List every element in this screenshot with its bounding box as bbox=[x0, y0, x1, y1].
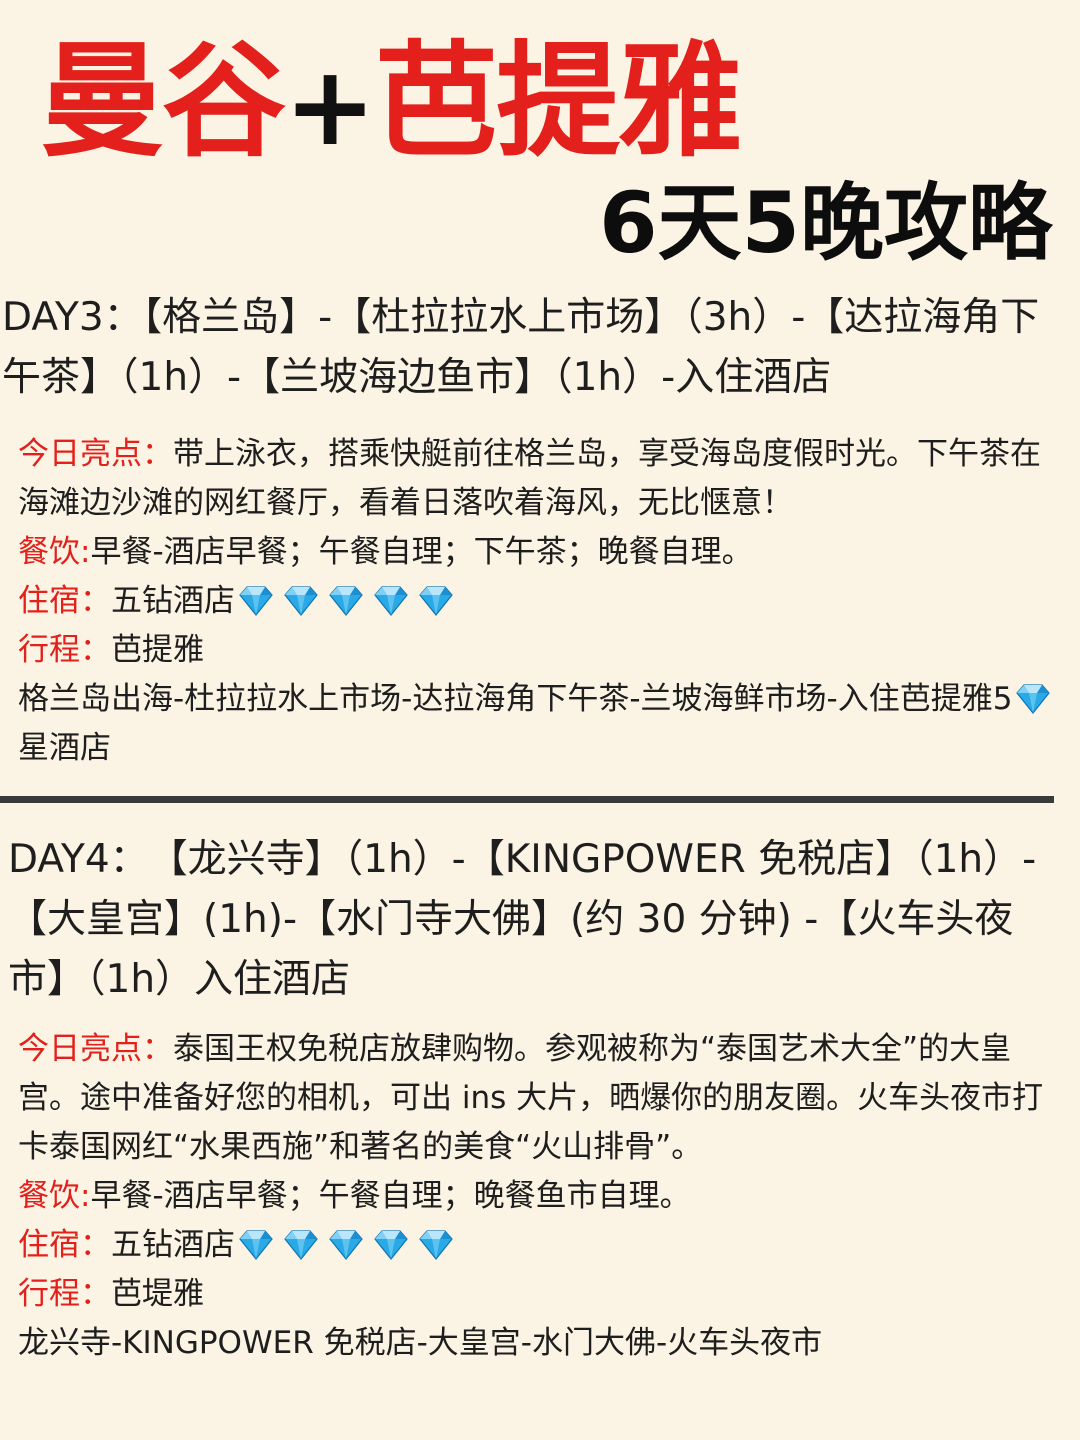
diamond-icon bbox=[329, 583, 363, 617]
day3-route: DAY3：【格兰岛】-【杜拉拉水上市场】（3h）-【达拉海角下午茶】（1h）-【… bbox=[2, 295, 1040, 400]
diamond-icon bbox=[419, 1227, 453, 1261]
day4-dining: 餐饮:早餐-酒店早餐；午餐自理；晚餐鱼市自理。 bbox=[18, 1172, 1068, 1221]
page-subtitle: 6天5晚攻略 bbox=[599, 174, 1052, 272]
diamond-icon bbox=[239, 1227, 273, 1261]
diamond-icon bbox=[1016, 681, 1051, 715]
day3-dining-label: 餐饮: bbox=[18, 534, 91, 570]
day4-details: 今日亮点：泰国王权免税店放肆购物。参观被称为“泰国艺术大全”的大皇宫。途中准备好… bbox=[18, 1025, 1068, 1368]
day3-itinerary-detail-text: 格兰岛出海-杜拉拉水上市场-达拉海角下午茶-兰坡海鲜市场-入住芭提雅5 bbox=[18, 681, 1013, 717]
day3-itinerary-detail-suffix: 星酒店 bbox=[18, 730, 111, 766]
day4-highlight-label: 今日亮点： bbox=[18, 1031, 173, 1067]
day3-lodging-text: 五钻酒店 bbox=[111, 583, 235, 619]
day4-dining-label: 餐饮: bbox=[18, 1178, 91, 1214]
day4-itinerary-detail: 龙兴寺-KINGPOWER 免税店-大皇宫-水门大佛-火车头夜市 bbox=[18, 1325, 823, 1361]
day4-itinerary-place: 芭堤雅 bbox=[111, 1276, 204, 1312]
day3-itinerary: 行程：芭提雅 bbox=[18, 626, 1068, 675]
title-bangkok: 曼谷 bbox=[40, 29, 286, 174]
page-title: 曼谷+芭提雅 bbox=[40, 29, 742, 176]
day3-lodging-label: 住宿： bbox=[18, 583, 111, 619]
day4-dining-text: 早餐-酒店早餐；午餐自理；晚餐鱼市自理。 bbox=[90, 1178, 691, 1214]
title-pattaya: 芭提雅 bbox=[374, 29, 742, 174]
day4-lodging-label: 住宿： bbox=[18, 1227, 111, 1263]
day4-lodging: 住宿：五钻酒店 bbox=[18, 1221, 1068, 1270]
day4-route: DAY4： 【龙兴寺】（1h）-【KINGPOWER 免税店】（1h）-【大皇宫… bbox=[8, 837, 1037, 1002]
diamond-icon bbox=[329, 1227, 363, 1261]
day3-details: 今日亮点：带上泳衣，搭乘快艇前往格兰岛，享受海岛度假时光。下午茶在海滩边沙滩的网… bbox=[18, 430, 1068, 773]
title-plus: + bbox=[284, 42, 376, 170]
day4-diamond-rating bbox=[235, 1227, 460, 1263]
day4-highlight: 今日亮点：泰国王权免税店放肆购物。参观被称为“泰国艺术大全”的大皇宫。途中准备好… bbox=[18, 1025, 1068, 1172]
day3-dining: 餐饮:早餐-酒店早餐；午餐自理；下午茶；晚餐自理。 bbox=[18, 528, 1068, 577]
day3-lodging: 住宿：五钻酒店 bbox=[18, 577, 1068, 626]
diamond-icon bbox=[374, 1227, 408, 1261]
day4-itinerary: 行程：芭堤雅 bbox=[18, 1270, 1068, 1319]
diamond-icon bbox=[239, 583, 273, 617]
diamond-icon bbox=[284, 583, 318, 617]
section-divider bbox=[0, 796, 1054, 803]
day4-itinerary-label: 行程： bbox=[18, 1276, 111, 1312]
day4-lodging-text: 五钻酒店 bbox=[111, 1227, 235, 1263]
day3-itinerary-label: 行程： bbox=[18, 632, 111, 668]
diamond-icon bbox=[419, 583, 453, 617]
day3-itinerary-place: 芭提雅 bbox=[111, 632, 204, 668]
day3-highlight-label: 今日亮点： bbox=[18, 436, 173, 472]
day3-dining-text: 早餐-酒店早餐；午餐自理；下午茶；晚餐自理。 bbox=[90, 534, 753, 570]
day3-itinerary-detail: 格兰岛出海-杜拉拉水上市场-达拉海角下午茶-兰坡海鲜市场-入住芭提雅5 星酒店 bbox=[18, 675, 1068, 773]
diamond-icon bbox=[284, 1227, 318, 1261]
day3-highlight: 今日亮点：带上泳衣，搭乘快艇前往格兰岛，享受海岛度假时光。下午茶在海滩边沙滩的网… bbox=[18, 430, 1068, 528]
diamond-icon bbox=[374, 583, 408, 617]
day3-diamond-rating bbox=[235, 583, 460, 619]
